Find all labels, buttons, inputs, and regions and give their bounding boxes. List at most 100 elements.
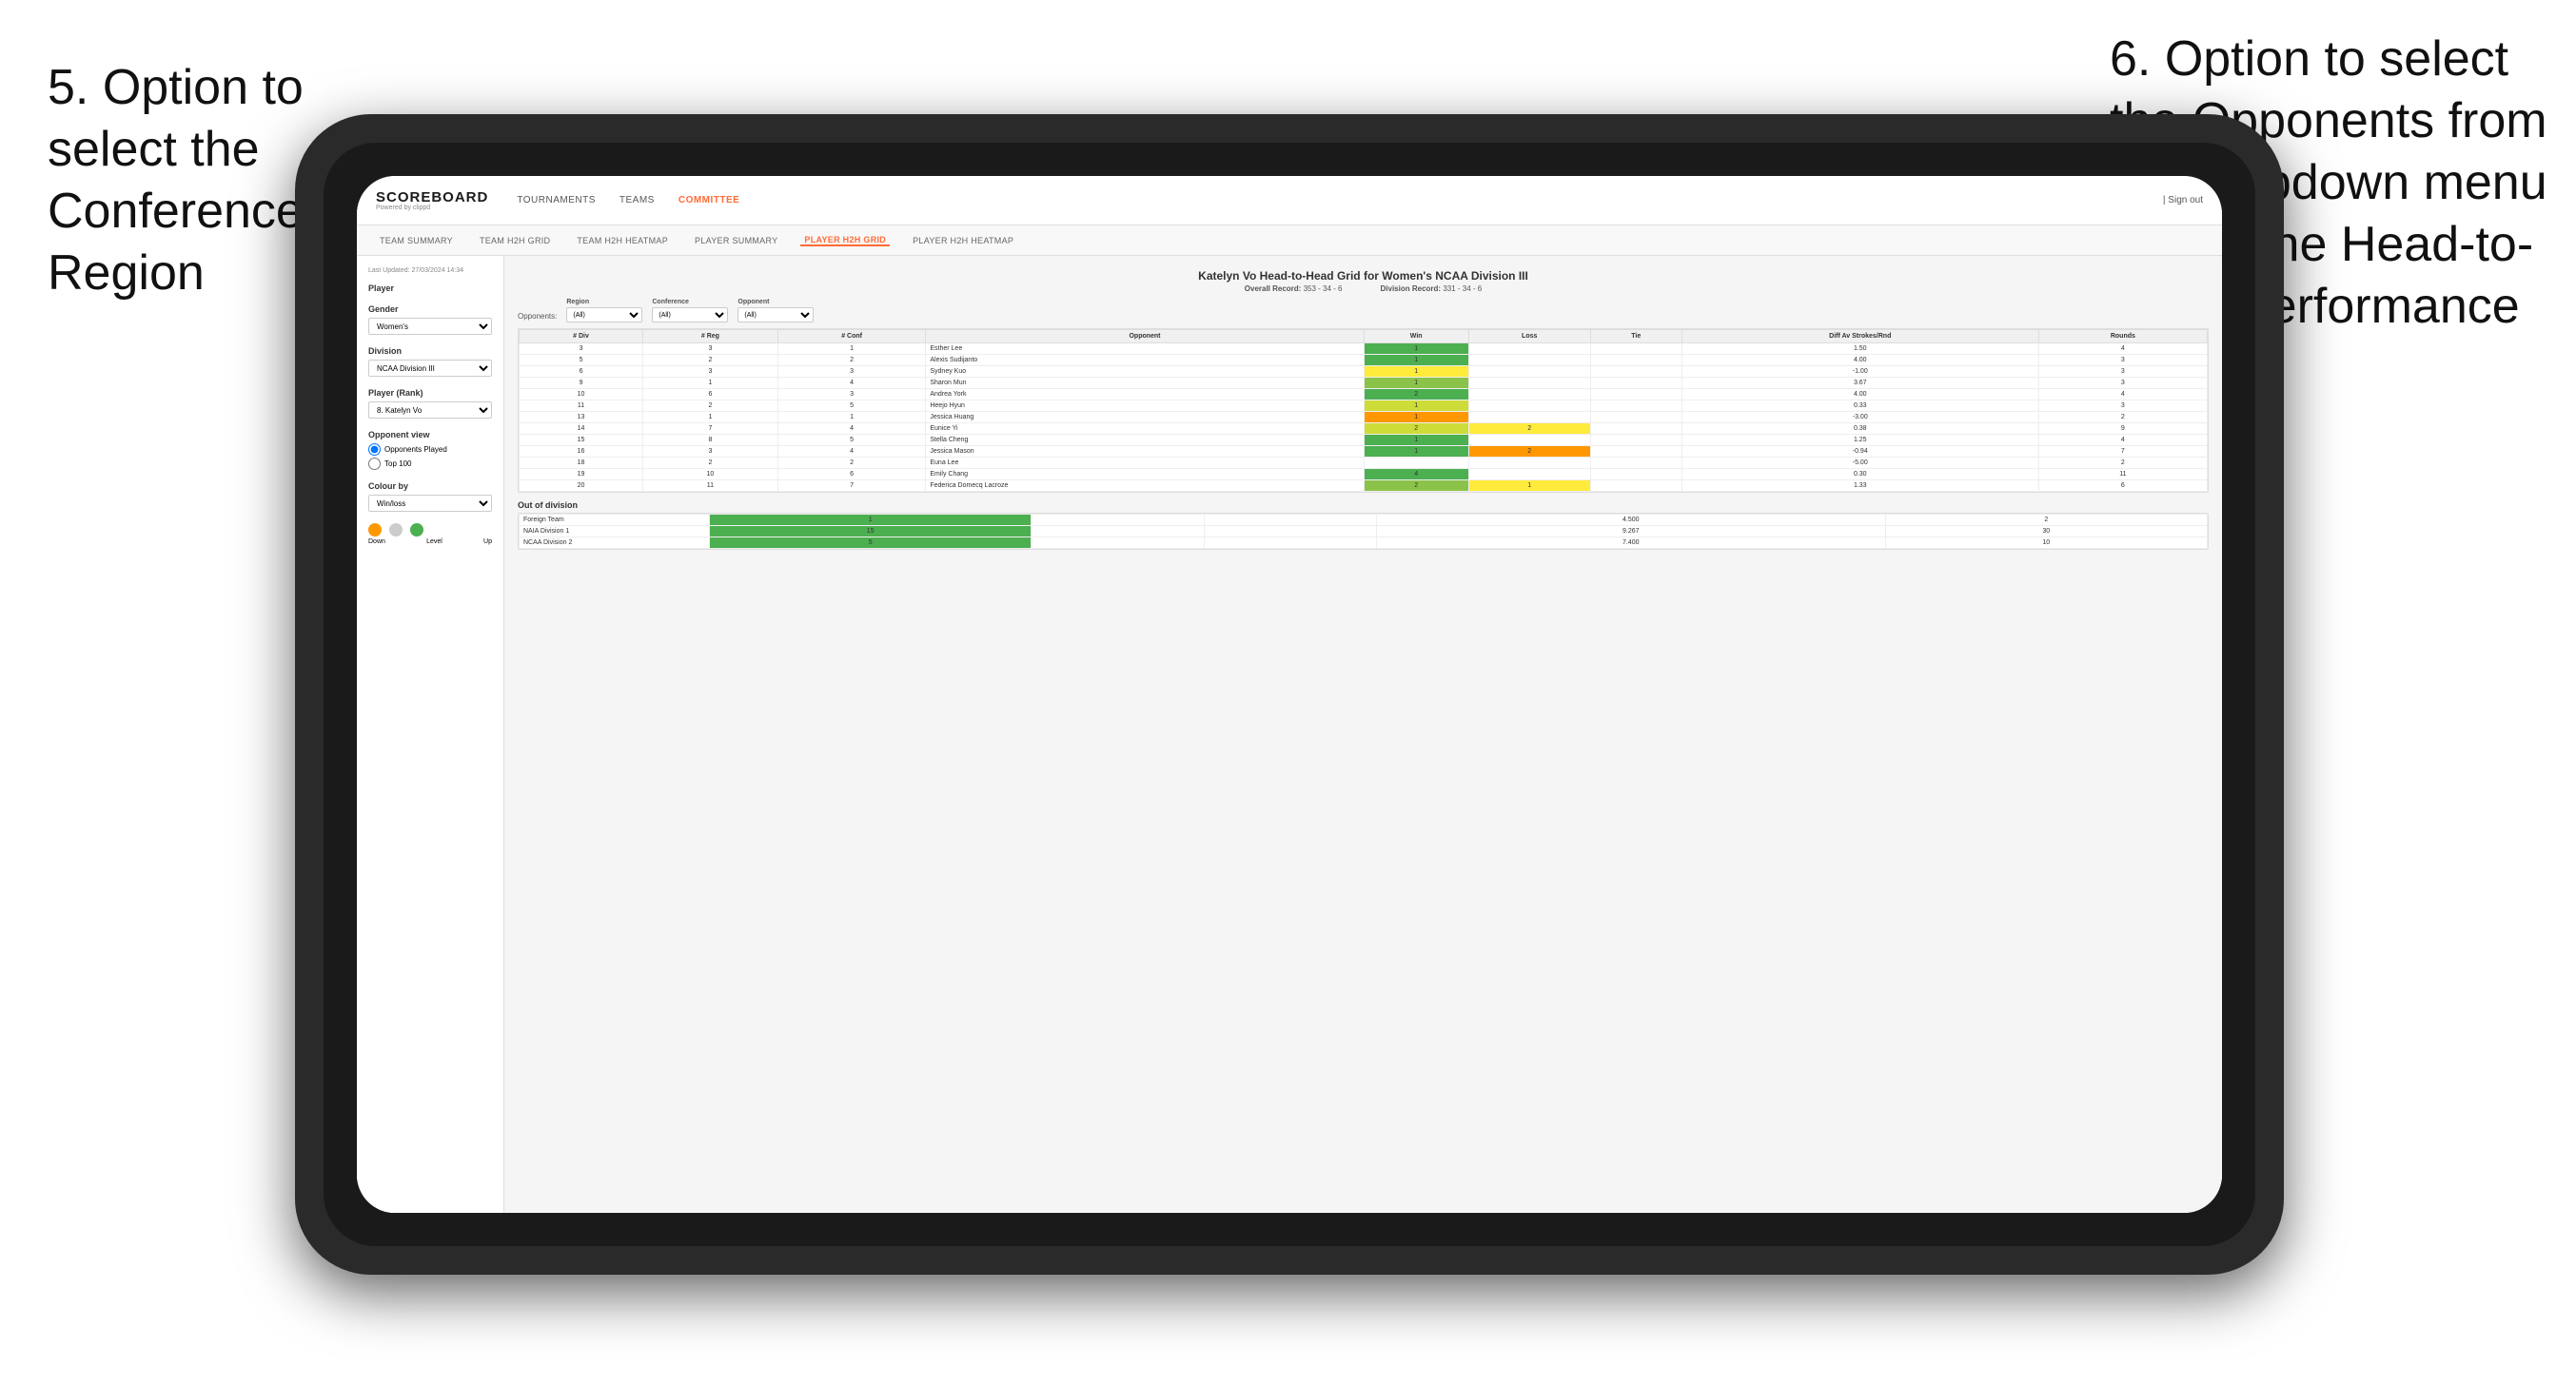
filter-region-select[interactable]: (All) [566,307,642,322]
cell-opponent: Jessica Mason [926,446,1364,458]
subnav-player-h2h-grid[interactable]: PLAYER H2H GRID [800,235,890,246]
cell-win: 2 [1364,389,1468,400]
sidebar-radio-top100[interactable]: Top 100 [368,458,492,470]
colour-dot-level [389,523,403,537]
colour-dot-down [368,523,382,537]
cell-diff: 7.400 [1377,537,1886,549]
cell-loss [1468,469,1590,480]
th-reg: # Reg [643,330,778,343]
sidebar-gender-label: Gender [368,304,492,314]
sub-nav: TEAM SUMMARY TEAM H2H GRID TEAM H2H HEAT… [357,225,2222,256]
cell-win: 1 [710,515,1032,526]
cell-reg: 10 [643,469,778,480]
th-loss: Loss [1468,330,1590,343]
cell-reg: 11 [643,480,778,492]
cell-diff: 3.67 [1681,378,2038,389]
report-area: Katelyn Vo Head-to-Head Grid for Women's… [504,256,2222,1213]
cell-div: 5 [520,355,643,366]
filter-conference-select[interactable]: (All) [652,307,728,322]
cell-rounds: 6 [2038,480,2207,492]
sidebar-gender-select[interactable]: Women's [368,318,492,335]
sidebar-player-label: Player [368,283,492,293]
sidebar-opp-opt1-label: Opponents Played [384,445,447,454]
cell-tie [1204,526,1376,537]
cell-opponent: Alexis Sudijanto [926,355,1364,366]
cell-rounds: 11 [2038,469,2207,480]
cell-opponent: Emily Chang [926,469,1364,480]
cell-tie [1590,458,1681,469]
cell-diff: 4.00 [1681,355,2038,366]
cell-win: 1 [1364,435,1468,446]
table-row: NAIA Division 1 15 9.267 30 [520,526,2208,537]
cell-diff: -1.00 [1681,366,2038,378]
cell-win: 15 [710,526,1032,537]
cell-div: 3 [520,343,643,355]
table-row: NCAA Division 2 5 7.400 10 [520,537,2208,549]
filter-conference-group: Conference (All) [652,299,728,322]
cell-win: 1 [1364,446,1468,458]
cell-opponent: Heejo Hyun [926,400,1364,412]
cell-reg: 3 [643,446,778,458]
sidebar-player-rank: Player (Rank) 8. Katelyn Vo [368,388,492,419]
cell-opponent: Esther Lee [926,343,1364,355]
cell-reg: 2 [643,400,778,412]
cell-loss [1032,515,1204,526]
cell-win: 1 [1364,355,1468,366]
cell-loss [1468,400,1590,412]
sidebar-player-rank-select[interactable]: 8. Katelyn Vo [368,401,492,419]
overall-record-value: 353 - 34 - 6 [1304,284,1343,293]
cell-opponent: Federica Domecq Lacroze [926,480,1364,492]
cell-loss: 2 [1468,423,1590,435]
cell-opponent: Stella Cheng [926,435,1364,446]
colour-dot-up [410,523,423,537]
th-opponent: Opponent [926,330,1364,343]
cell-diff: -5.00 [1681,458,2038,469]
th-conf: # Conf [777,330,926,343]
subnav-team-h2h-grid[interactable]: TEAM H2H GRID [476,236,554,245]
main-content: Last Updated: 27/03/2024 14:34 Player Ge… [357,256,2222,1213]
cell-diff: -0.94 [1681,446,2038,458]
th-win: Win [1364,330,1468,343]
cell-reg: 3 [643,366,778,378]
cell-rounds: 3 [2038,378,2207,389]
subnav-player-h2h-heatmap[interactable]: PLAYER H2H HEATMAP [909,236,1017,245]
subnav-team-h2h-heatmap[interactable]: TEAM H2H HEATMAP [573,236,672,245]
cell-win: 2 [1364,423,1468,435]
nav-committee[interactable]: COMMITTEE [678,191,740,209]
cell-tie [1590,400,1681,412]
filter-conference-label: Conference [652,299,728,305]
cell-tie [1590,469,1681,480]
table-row: 1585 Stella Cheng 1 1.254 [520,435,2208,446]
cell-diff: -3.00 [1681,412,2038,423]
cell-win [1364,458,1468,469]
nav-links: TOURNAMENTS TEAMS COMMITTEE [517,191,2134,209]
colour-legend [368,523,492,537]
filter-opponent-select[interactable]: (All) [737,307,814,322]
header-right[interactable]: | Sign out [2163,195,2203,205]
cell-opponent: NAIA Division 1 [520,526,710,537]
cell-rounds: 3 [2038,400,2207,412]
sidebar-radio-opponents-played[interactable]: Opponents Played [368,443,492,456]
cell-opponent: Euna Lee [926,458,1364,469]
cell-win: 1 [1364,343,1468,355]
tablet-device: SCOREBOARD Powered by clippd TOURNAMENTS… [295,114,2284,1275]
filter-region-group: Region (All) [566,299,642,322]
nav-teams[interactable]: TEAMS [619,191,655,209]
sidebar-colour-select[interactable]: Win/loss [368,495,492,512]
nav-tournaments[interactable]: TOURNAMENTS [517,191,596,209]
cell-diff: 1.33 [1681,480,2038,492]
cell-tie [1590,423,1681,435]
filter-opponent-label: Opponent [737,299,814,305]
cell-rounds: 7 [2038,446,2207,458]
cell-win: 1 [1364,378,1468,389]
subnav-team-summary[interactable]: TEAM SUMMARY [376,236,457,245]
cell-rounds: 2 [2038,458,2207,469]
cell-tie [1590,366,1681,378]
cell-rounds: 3 [2038,355,2207,366]
sidebar-radio-group: Opponents Played Top 100 [368,443,492,470]
subnav-player-summary[interactable]: PLAYER SUMMARY [691,236,781,245]
sidebar-division-select[interactable]: NCAA Division III [368,360,492,377]
cell-rounds: 2 [1885,515,2207,526]
sidebar-gender: Gender Women's [368,304,492,335]
cell-loss [1468,412,1590,423]
